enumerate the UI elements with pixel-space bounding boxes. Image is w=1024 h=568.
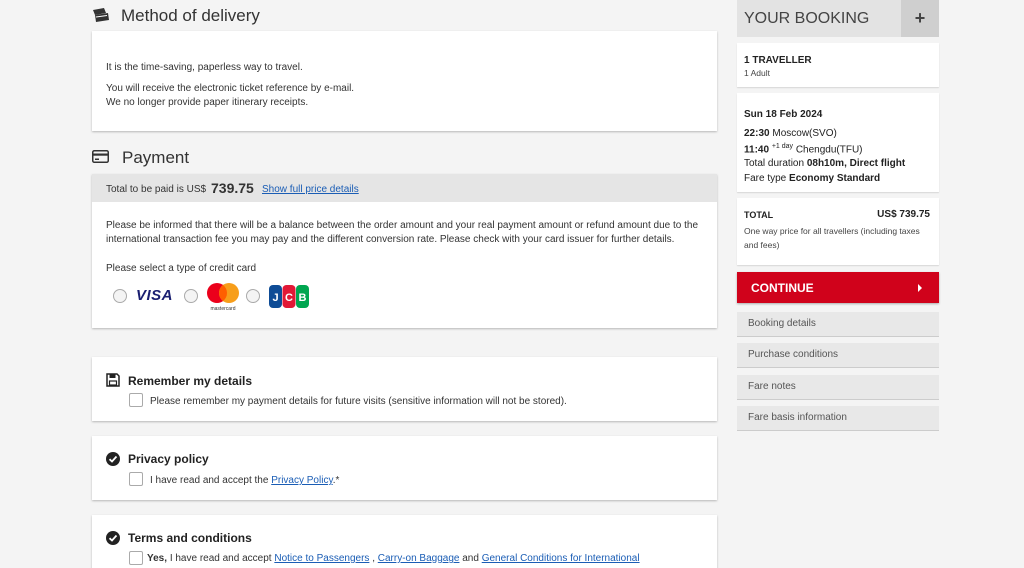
- svg-text:C: C: [285, 292, 293, 304]
- plus-icon: +: [914, 8, 926, 28]
- fare-value: Economy Standard: [789, 173, 881, 184]
- payment-total-bar: Total to be paid is US$ 739.75 Show full…: [92, 174, 717, 202]
- terms-prefix: I have read and accept: [169, 553, 272, 564]
- notice-to-passengers-link[interactable]: Notice to Passengers: [274, 553, 369, 564]
- svg-text:B: B: [299, 292, 307, 304]
- duration-row: Total duration 08h10m, Direct flight: [744, 158, 905, 169]
- remember-checkbox-label: Please remember my payment details for f…: [150, 396, 567, 407]
- privacy-checkbox-label: I have read and accept the Privacy Polic…: [150, 474, 339, 488]
- departure-row: 22:30 Moscow(SVO): [744, 128, 837, 139]
- privacy-checkbox[interactable]: [129, 472, 143, 486]
- travellers-detail: 1 Adult: [744, 68, 770, 78]
- privacy-title: Privacy policy: [128, 452, 209, 466]
- visa-logo-icon[interactable]: VISA: [136, 287, 173, 304]
- save-icon: [106, 373, 120, 387]
- arrival-day-offset: +1 day: [771, 143, 794, 150]
- delivery-text-1: It is the time-saving, paperless way to …: [106, 62, 303, 73]
- arrival-row: 11:40 +1 day Chengdu(TFU): [744, 143, 863, 155]
- terms-and: and: [462, 553, 479, 564]
- fare-row: Fare type Economy Standard: [744, 173, 880, 184]
- check-circle-icon: [106, 452, 120, 466]
- svg-text:mastercard: mastercard: [210, 306, 235, 312]
- total-value: US$ 739.75: [877, 209, 930, 220]
- flight-date: Sun 18 Feb 2024: [744, 109, 823, 120]
- delivery-text-3: We no longer provide paper itinerary rec…: [106, 97, 309, 108]
- remember-checkbox[interactable]: [129, 393, 143, 407]
- total-note: One way price for all travellers (includ…: [744, 226, 920, 250]
- expand-booking-button[interactable]: +: [901, 0, 939, 37]
- carry-on-baggage-link[interactable]: Carry-on Baggage: [378, 553, 460, 564]
- arrival-place: Chengdu(TFU): [795, 144, 863, 156]
- check-circle-icon: [106, 531, 120, 545]
- terms-checkbox[interactable]: [129, 551, 143, 565]
- booking-details-link[interactable]: Booking details: [737, 312, 939, 337]
- total-box: TOTAL US$ 739.75 One way price for all t…: [737, 198, 939, 265]
- flight-box: Sun 18 Feb 2024 22:30 Moscow(SVO) 11:40 …: [737, 93, 939, 192]
- terms-yes: Yes,: [147, 553, 168, 564]
- caret-right-icon: [918, 284, 922, 292]
- purchase-conditions-link[interactable]: Purchase conditions: [737, 343, 939, 368]
- terms-checkbox-label: Yes, I have read and accept Notice to Pa…: [147, 552, 640, 566]
- remember-title: Remember my details: [128, 374, 253, 388]
- payment-total-prefix: Total to be paid is US$: [106, 184, 207, 195]
- privacy-card: Privacy policy I have read and accept th…: [92, 436, 717, 500]
- fare-basis-information-link[interactable]: Fare basis information: [737, 406, 939, 431]
- ticket-icon: [93, 8, 109, 22]
- duration-value: 08h10m, Direct flight: [806, 158, 906, 169]
- remember-card: Remember my details Please remember my p…: [92, 357, 717, 421]
- show-price-details-link[interactable]: Show full price details: [262, 184, 359, 195]
- booking-title: YOUR BOOKING: [744, 10, 870, 27]
- delivery-title: Method of delivery: [121, 6, 260, 25]
- travellers-box: 1 TRAVELLER 1 Adult: [737, 43, 939, 87]
- departure-place: Moscow(SVO): [772, 128, 837, 139]
- total-label: TOTAL: [744, 210, 774, 220]
- privacy-prefix: I have read and accept the: [150, 475, 269, 486]
- mastercard-logo-icon[interactable]: mastercard: [203, 282, 243, 312]
- privacy-policy-link[interactable]: Privacy Policy: [271, 475, 333, 486]
- svg-text:J: J: [272, 292, 278, 304]
- delivery-card: It is the time-saving, paperless way to …: [92, 31, 717, 131]
- jcb-logo-icon[interactable]: J C B: [268, 284, 310, 309]
- continue-label: CONTINUE: [751, 281, 814, 295]
- booking-header: YOUR BOOKING +: [737, 0, 939, 37]
- terms-title: Terms and conditions: [128, 531, 252, 545]
- departure-time: 22:30: [744, 128, 770, 139]
- jcb-radio[interactable]: [246, 289, 260, 303]
- continue-button[interactable]: CONTINUE: [737, 272, 939, 303]
- arrival-time: 11:40: [744, 144, 770, 156]
- credit-card-icon: [92, 150, 109, 163]
- delivery-text-2: You will receive the electronic ticket r…: [106, 83, 355, 94]
- terms-sep: ,: [372, 553, 375, 564]
- payment-title: Payment: [122, 148, 190, 167]
- fare-label: Fare type: [744, 173, 787, 184]
- duration-label: Total duration: [744, 158, 805, 169]
- privacy-suffix: .*: [332, 475, 340, 486]
- select-card-label: Please select a type of credit card: [106, 263, 257, 274]
- payment-notice: Please be informed that there will be a …: [106, 220, 699, 245]
- payment-total-amount: 739.75: [211, 180, 254, 196]
- travellers-count: 1 TRAVELLER: [744, 55, 812, 66]
- payment-card: Total to be paid is US$ 739.75 Show full…: [92, 174, 717, 328]
- terms-card: Terms and conditions Yes, I have read an…: [92, 515, 717, 568]
- general-conditions-link[interactable]: General Conditions for International: [482, 553, 640, 564]
- visa-radio[interactable]: [113, 289, 127, 303]
- fare-notes-link[interactable]: Fare notes: [737, 375, 939, 400]
- mastercard-radio[interactable]: [184, 289, 198, 303]
